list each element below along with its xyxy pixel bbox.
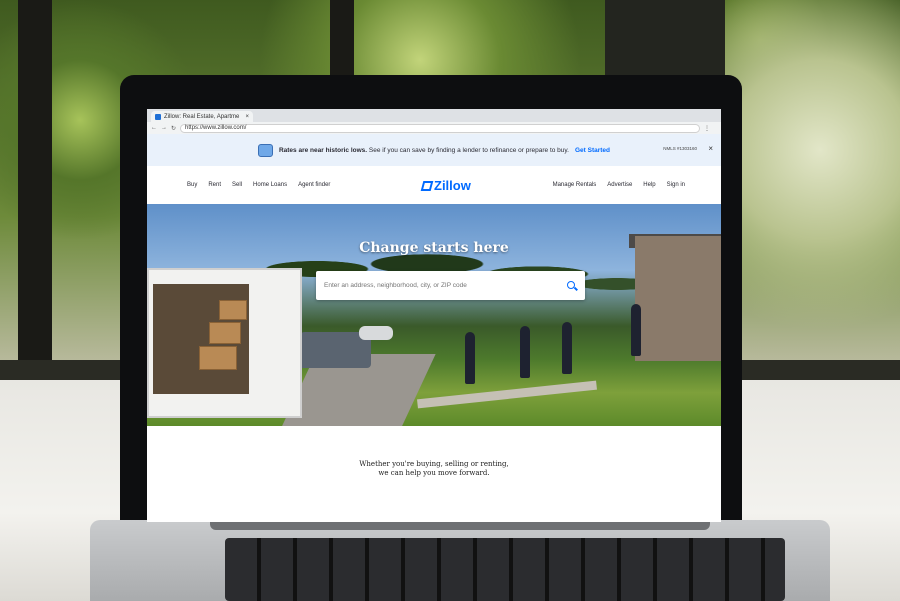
- main-nav: Buy Rent Sell Home Loans Agent finder Zi…: [147, 166, 721, 204]
- nav-advertise[interactable]: Advertise: [607, 182, 632, 188]
- nav-agent-finder[interactable]: Agent finder: [298, 182, 330, 188]
- nav-home-loans[interactable]: Home Loans: [253, 182, 287, 188]
- hero-person: [465, 332, 475, 384]
- calculator-icon: [257, 143, 273, 157]
- hero-moving-truck: [147, 268, 302, 418]
- browser-tab-bar: Zillow: Real Estate, Apartme ×: [147, 109, 721, 122]
- nav-rent[interactable]: Rent: [208, 182, 221, 188]
- tagline-line-1: Whether you're buying, selling or rentin…: [359, 460, 509, 468]
- laptop-keyboard: [225, 538, 785, 601]
- zillow-favicon-icon: [155, 113, 161, 120]
- search-input[interactable]: [316, 281, 565, 290]
- tagline-line-2: we can help you move forward.: [378, 469, 490, 477]
- search-icon[interactable]: [565, 279, 579, 293]
- moving-box: [199, 346, 237, 370]
- zillow-logo[interactable]: Zillow: [422, 178, 471, 193]
- moving-box: [219, 300, 247, 320]
- nav-manage-rentals[interactable]: Manage Rentals: [553, 182, 597, 188]
- hero-title: Change starts here: [359, 240, 509, 256]
- hero-section: Change starts here: [147, 204, 721, 426]
- reload-icon[interactable]: ↻: [171, 125, 176, 132]
- browser-menu-icon[interactable]: ⋮: [704, 125, 710, 132]
- nav-help[interactable]: Help: [643, 182, 655, 188]
- url-text: https://www.zillow.com/: [185, 125, 247, 131]
- back-icon[interactable]: ←: [151, 125, 157, 131]
- hero-person: [631, 304, 641, 356]
- nav-sell[interactable]: Sell: [232, 182, 242, 188]
- rates-banner: Rates are near historic lows. See if you…: [147, 134, 721, 166]
- tab-title: Zillow: Real Estate, Apartme: [164, 113, 240, 120]
- nav-buy[interactable]: Buy: [187, 182, 197, 188]
- nav-sign-in[interactable]: Sign in: [667, 182, 685, 188]
- tagline: Whether you're buying, selling or rentin…: [147, 460, 721, 478]
- laptop-screen: Zillow: Real Estate, Apartme × ← → ↻ htt…: [147, 109, 721, 522]
- tab-close-icon[interactable]: ×: [245, 114, 249, 120]
- hero-car: [359, 326, 393, 340]
- banner-text: See if you can save by finding a lender …: [368, 146, 569, 154]
- get-started-link[interactable]: Get Started: [575, 147, 610, 154]
- hero-person: [520, 326, 530, 378]
- banner-close-icon[interactable]: ×: [708, 144, 713, 153]
- hero-path: [417, 380, 597, 409]
- url-field[interactable]: https://www.zillow.com/: [180, 123, 701, 133]
- zillow-logo-icon: [422, 181, 432, 191]
- window-frame: [18, 0, 52, 370]
- browser-address-bar: ← → ↻ https://www.zillow.com/ ⋮: [147, 122, 721, 134]
- logo-text: Zillow: [434, 178, 471, 193]
- search-box: [316, 271, 585, 300]
- forward-icon[interactable]: →: [161, 125, 167, 131]
- nmls-number: NMLS #1303160: [663, 146, 697, 151]
- browser-tab[interactable]: Zillow: Real Estate, Apartme ×: [151, 111, 253, 122]
- hero-person: [562, 322, 572, 374]
- moving-box: [209, 322, 241, 344]
- window-frame: [330, 0, 354, 80]
- banner-lead: Rates are near historic lows.: [278, 146, 368, 154]
